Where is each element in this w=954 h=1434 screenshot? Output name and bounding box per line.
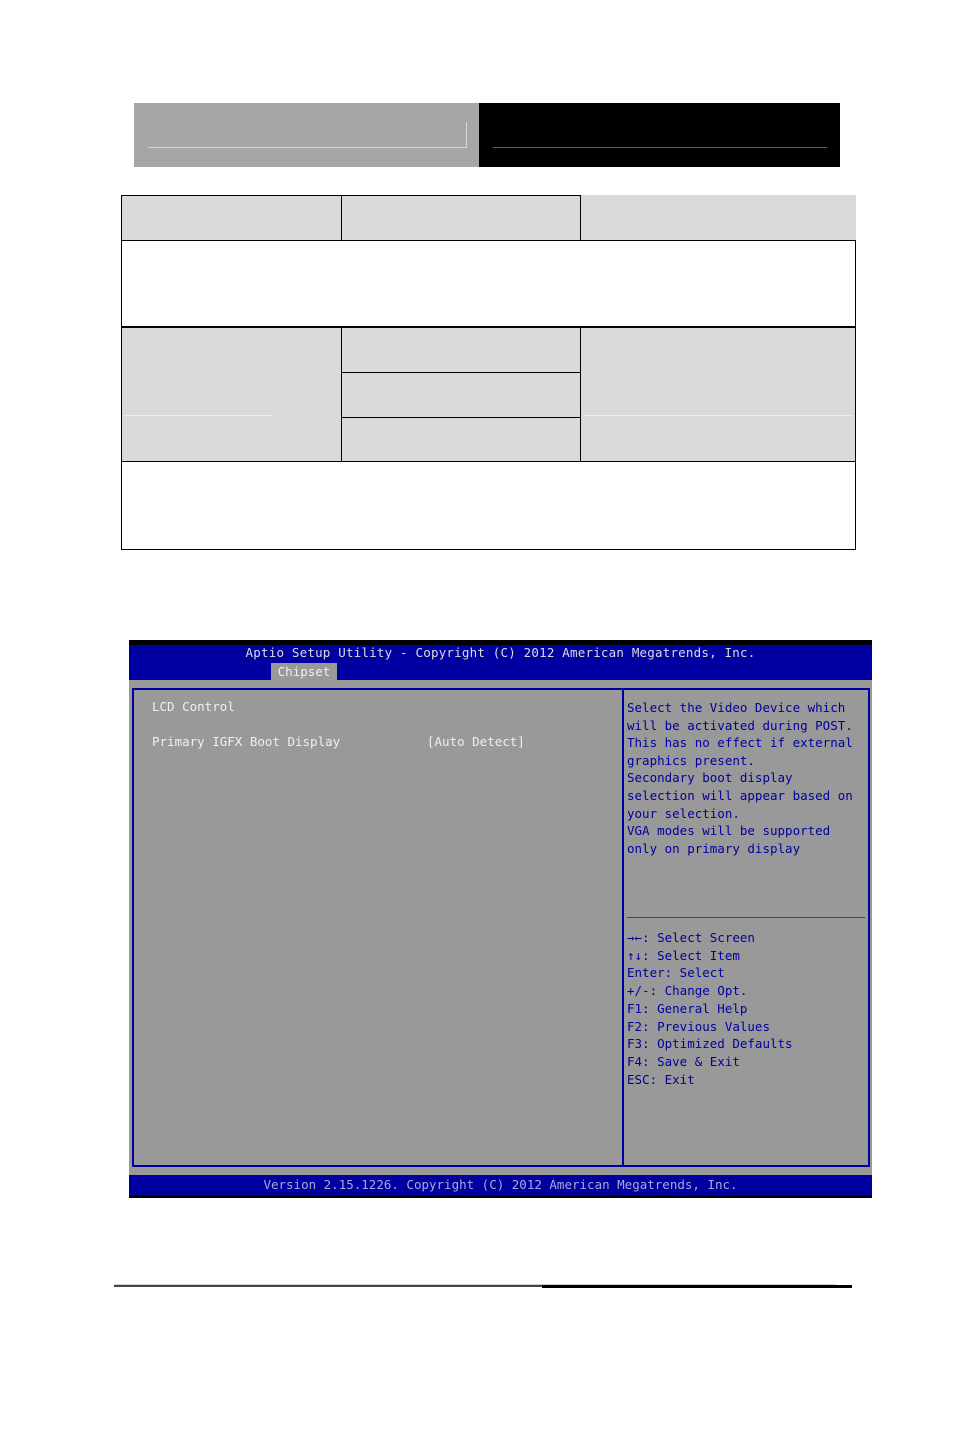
- key-esc-exit: ESC: Exit: [627, 1071, 695, 1087]
- table-border: [121, 195, 122, 328]
- table-border: [121, 549, 856, 550]
- help-line: graphics present.: [627, 752, 755, 768]
- page-header-banner-right: [479, 103, 840, 167]
- page-footer-rule: [114, 1285, 542, 1287]
- bios-footer: Version 2.15.1226. Copyright (C) 2012 Am…: [129, 1175, 872, 1195]
- table-border: [341, 195, 342, 240]
- table-header-cell: [580, 195, 856, 240]
- help-line: selection will appear based on: [627, 787, 853, 803]
- help-line: This has no effect if external: [627, 735, 853, 751]
- faint-rule: [123, 415, 273, 416]
- table-cell: [580, 328, 856, 461]
- bios-bottom-edge: [129, 1195, 872, 1198]
- table-border: [855, 240, 856, 328]
- key-change-opt: +/-: Change Opt.: [627, 983, 748, 999]
- help-line: your selection.: [627, 805, 740, 821]
- key-f4-save-exit: F4: Save & Exit: [627, 1053, 740, 1069]
- help-line: will be activated during POST.: [627, 717, 853, 733]
- table-border: [855, 328, 856, 550]
- faint-rule: [583, 415, 853, 416]
- tab-chipset[interactable]: Chipset: [271, 663, 337, 680]
- page-header-banner-left: [134, 103, 479, 167]
- key-enter-select: Enter: Select: [627, 965, 725, 981]
- table-2: [121, 328, 856, 550]
- help-text: Select the Video Device which will be ac…: [627, 699, 853, 857]
- help-line: only on primary display: [627, 840, 801, 856]
- banner-rule: [148, 147, 466, 148]
- key-f2-previous: F2: Previous Values: [627, 1018, 770, 1034]
- key-f3-defaults: F3: Optimized Defaults: [627, 1036, 793, 1052]
- table-border: [121, 240, 856, 241]
- banner-rule: [493, 147, 827, 148]
- banner-rule: [466, 122, 467, 148]
- settings-panel: [132, 688, 624, 1167]
- page-footer-rule-bold: [542, 1285, 852, 1288]
- setting-primary-igfx-boot-display-label[interactable]: Primary IGFX Boot Display: [152, 734, 340, 749]
- section-heading-lcd-control: LCD Control: [152, 699, 235, 714]
- table-border: [580, 328, 581, 461]
- table-cell: [121, 328, 341, 461]
- help-divider: [627, 917, 865, 918]
- table-border: [121, 328, 122, 550]
- bios-setup-screen: Aptio Setup Utility - Copyright (C) 2012…: [129, 640, 872, 1198]
- table-header-cell: [341, 195, 580, 240]
- table-cell: [341, 417, 580, 461]
- help-line: VGA modes will be supported: [627, 823, 831, 839]
- table-cell: [341, 372, 580, 417]
- help-line: Secondary boot display: [627, 770, 793, 786]
- table-1: [121, 195, 856, 328]
- key-select-screen: →←: Select Screen: [627, 930, 755, 945]
- table-cell: [341, 328, 580, 372]
- setting-primary-igfx-boot-display-value[interactable]: [Auto Detect]: [427, 734, 525, 749]
- key-f1-help: F1: General Help: [627, 1000, 748, 1016]
- table-border: [121, 195, 580, 196]
- table-border: [341, 417, 580, 418]
- key-select-item: ↑↓: Select Item: [627, 947, 740, 963]
- table-header-cell: [121, 195, 341, 240]
- table-border: [341, 372, 580, 373]
- table-border: [121, 461, 856, 462]
- bios-title: Aptio Setup Utility - Copyright (C) 2012…: [245, 645, 756, 660]
- table-border: [580, 195, 581, 240]
- table-border: [341, 328, 342, 461]
- key-legend: →←: Select Screen ↑↓: Select Item Enter:…: [627, 929, 793, 1088]
- help-line: Select the Video Device which: [627, 700, 846, 715]
